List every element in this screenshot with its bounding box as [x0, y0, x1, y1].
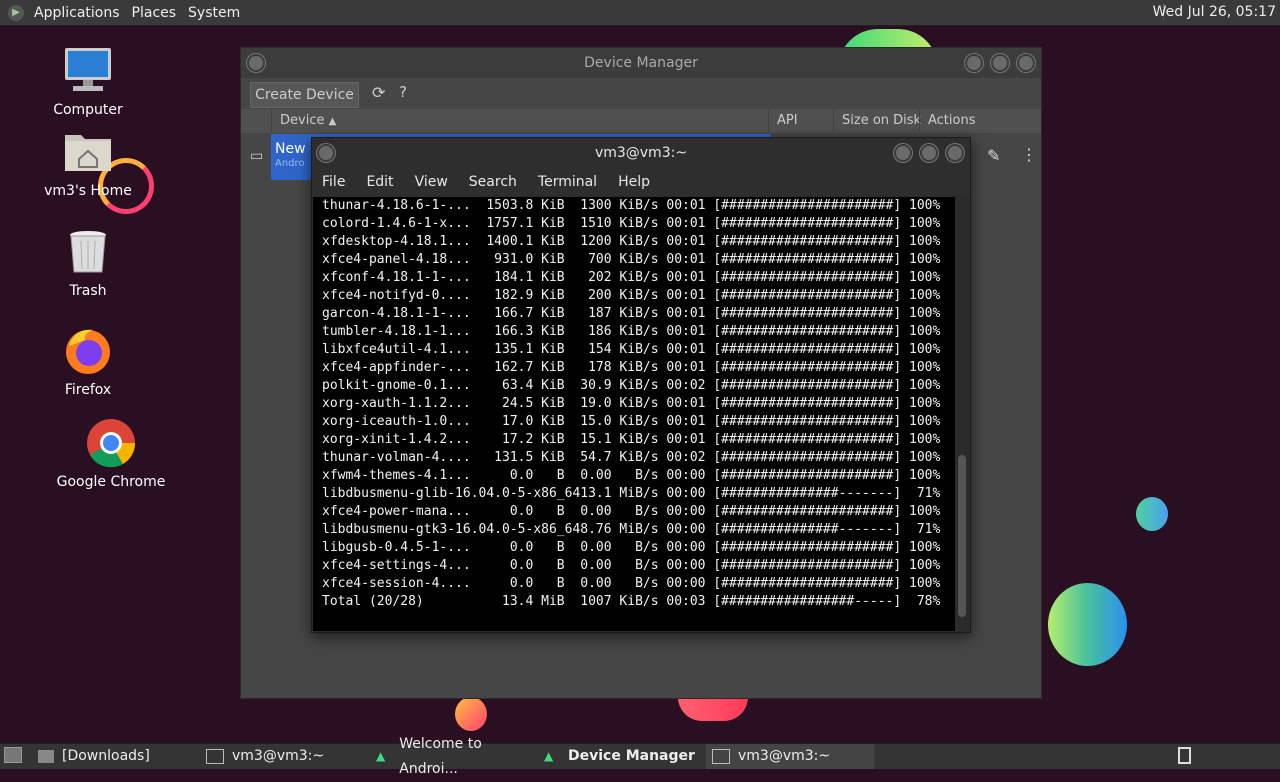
desktop-icon-trash[interactable]: Trash [33, 227, 143, 299]
window-menu-button[interactable] [317, 144, 335, 162]
menu-applications[interactable]: Applications [28, 5, 126, 21]
top-panel: ▶ Applications Places System Wed Jul 26,… [0, 0, 1280, 26]
minimize-button[interactable] [894, 144, 912, 162]
maximize-button[interactable] [920, 144, 938, 162]
chrome-icon [84, 418, 138, 468]
toolbar: Create Device ⟳ ? [241, 78, 1041, 108]
task-android-welcome[interactable]: ▲ Welcome to Androi... [376, 736, 538, 777]
home-folder-icon [61, 127, 115, 177]
device-subtitle: Andro [275, 158, 305, 169]
distro-logo-icon[interactable]: ▶ [8, 4, 24, 21]
decorative-bubble [455, 697, 487, 731]
decorative-bubble [1136, 497, 1168, 531]
terminal-icon [712, 749, 730, 764]
desktop-icon-label: Computer [53, 102, 123, 118]
terminal-scrollbar[interactable] [956, 197, 968, 631]
android-icon: ▲ [544, 749, 554, 763]
maximize-button[interactable] [991, 54, 1009, 72]
menu-help[interactable]: Help [608, 174, 661, 190]
terminal-output[interactable]: thunar-4.18.6-1-... 1503.8 KiB 1300 KiB/… [313, 197, 955, 631]
clock[interactable]: Wed Jul 26, 05:17 [1153, 4, 1276, 20]
terminal-window: vm3@vm3:~ File Edit View Search Terminal… [311, 137, 971, 633]
desktop-icon-label: Trash [69, 283, 107, 299]
edit-pencil-icon[interactable]: ✎ [987, 146, 1000, 165]
help-icon[interactable]: ? [399, 83, 407, 101]
terminal-icon [206, 749, 224, 764]
window-title: Device Manager [241, 48, 1041, 78]
desktop-icon-chrome[interactable]: Google Chrome [56, 418, 166, 490]
decorative-bubble [1048, 583, 1127, 666]
scrollbar-thumb[interactable] [958, 455, 966, 617]
task-downloads[interactable]: [Downloads] [38, 744, 200, 769]
menu-places[interactable]: Places [126, 5, 183, 21]
firefox-icon [61, 326, 115, 376]
desktop-icon-label: vm3's Home [44, 183, 132, 199]
column-size-on-disk[interactable]: Size on Disk [833, 109, 922, 133]
column-actions[interactable]: Actions [919, 109, 1038, 133]
show-desktop-icon[interactable] [4, 747, 22, 763]
desktop-icon-home[interactable]: vm3's Home [33, 127, 143, 199]
taskbar: [Downloads] vm3@vm3:~ ▲ Welcome to Andro… [0, 736, 1280, 777]
column-device[interactable]: Device ▲ [271, 109, 770, 133]
menu-search[interactable]: Search [459, 174, 528, 190]
menu-edit[interactable]: Edit [356, 174, 404, 190]
column-api[interactable]: API [768, 109, 835, 133]
minimize-button[interactable] [965, 54, 983, 72]
more-options-icon[interactable]: ⋮ [1021, 145, 1037, 164]
task-terminal-2[interactable]: vm3@vm3:~ [706, 744, 874, 769]
task-device-manager[interactable]: ▲ Device Manager [544, 744, 704, 769]
sort-ascending-icon: ▲ [328, 116, 337, 127]
window-title: vm3@vm3:~ [312, 138, 970, 168]
android-icon: ▲ [376, 749, 386, 763]
close-button[interactable] [1017, 54, 1035, 72]
menu-system[interactable]: System [182, 5, 246, 21]
computer-icon [61, 46, 115, 96]
menu-terminal[interactable]: Terminal [528, 174, 608, 190]
desktop-icon-label: Firefox [64, 382, 112, 398]
trash-icon [61, 227, 115, 277]
desktop-icon-computer[interactable]: Computer [33, 46, 143, 118]
workspace-switcher-icon[interactable] [1178, 747, 1191, 764]
desktop-icon-firefox[interactable]: Firefox [33, 326, 143, 398]
menu-file[interactable]: File [312, 174, 356, 190]
create-device-button[interactable]: Create Device [250, 82, 359, 108]
terminal-text: thunar-4.18.6-1-... 1503.8 KiB 1300 KiB/… [322, 198, 941, 609]
device-phone-icon: ▭ [250, 148, 264, 164]
menu-view[interactable]: View [405, 174, 459, 190]
device-table-header: Device ▲ API Size on Disk Actions [241, 109, 1041, 133]
desktop-icon-label: Google Chrome [56, 474, 166, 490]
task-terminal-1[interactable]: vm3@vm3:~ [206, 744, 370, 769]
decorative-bubble [678, 697, 748, 721]
window-menu-button[interactable] [247, 54, 265, 72]
refresh-icon[interactable]: ⟳ [372, 83, 385, 102]
terminal-menubar: File Edit View Search Terminal Help [312, 168, 970, 196]
folder-icon [38, 750, 54, 763]
close-button[interactable] [946, 144, 964, 162]
